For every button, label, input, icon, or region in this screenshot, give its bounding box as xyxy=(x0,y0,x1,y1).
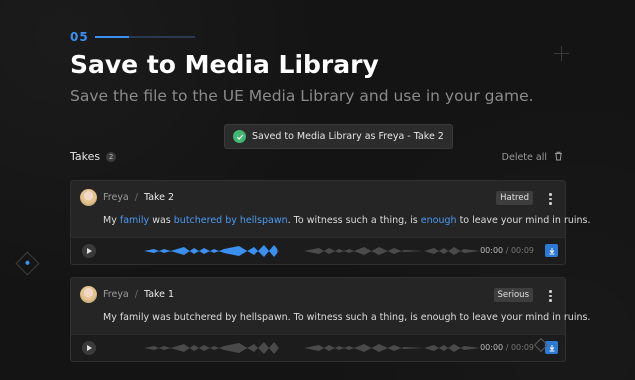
line-segment: My xyxy=(103,215,120,226)
time-separator: / xyxy=(503,343,511,352)
delete-all-button[interactable]: Delete all xyxy=(502,151,563,164)
time-current: 00:00 xyxy=(480,343,504,352)
speaker-name: Freya xyxy=(103,289,129,300)
trash-icon xyxy=(554,151,563,164)
breadcrumb-separator: / xyxy=(134,192,138,203)
line-segment: to leave your mind in ruins. xyxy=(456,215,591,226)
audio-player: 00:00 / 00:09 xyxy=(71,237,565,264)
step-progress-line xyxy=(94,36,195,38)
dialogue-line: My family was butchered by hellspawn. To… xyxy=(103,312,590,323)
page-subtitle: Save the file to the UE Media Library an… xyxy=(70,87,534,105)
check-circle-icon xyxy=(233,130,246,143)
emotion-tag: Hatred xyxy=(496,191,533,205)
take-header: Freya / Take 2 xyxy=(80,189,174,206)
avatar xyxy=(80,189,97,206)
time-total: 00:09 xyxy=(510,246,534,255)
audio-player: 00:00 / 00:09 xyxy=(71,334,565,361)
line-segment-highlight: enough xyxy=(420,215,457,226)
takes-label: Takes xyxy=(70,150,101,163)
takes-count-badge: 2 xyxy=(106,151,117,162)
time-separator: / xyxy=(503,246,511,255)
time-total: 00:09 xyxy=(510,343,534,352)
waveform[interactable] xyxy=(104,339,480,357)
waveform[interactable] xyxy=(104,242,480,260)
line-segment: My family was butchered by hellspawn. To… xyxy=(103,312,591,323)
playback-time: 00:00 / 00:09 xyxy=(480,246,534,255)
take-card[interactable]: Freya / Take 1 Serious My family was but… xyxy=(70,277,590,362)
delete-all-label: Delete all xyxy=(501,152,547,163)
dialogue-line: My family was butchered by hellspawn. To… xyxy=(103,215,591,226)
take-name: Take 1 xyxy=(143,289,175,300)
line-segment: was xyxy=(149,215,174,226)
saved-toast: Saved to Media Library as Freya - Take 2 xyxy=(224,124,453,149)
kebab-menu-icon[interactable] xyxy=(549,193,553,205)
time-current: 00:00 xyxy=(480,246,504,255)
speaker-name: Freya xyxy=(103,192,129,203)
plus-decoration-icon xyxy=(554,46,569,61)
take-card[interactable]: Freya / Take 2 Hatred My family was butc… xyxy=(70,180,591,265)
emotion-tag: Serious xyxy=(493,288,533,302)
download-icon[interactable] xyxy=(545,244,558,257)
take-name: Take 2 xyxy=(143,192,175,203)
playback-time: 00:00 / 00:09 xyxy=(480,343,534,352)
line-segment: . To witness such a thing, is xyxy=(287,215,421,226)
play-icon[interactable] xyxy=(82,341,96,355)
toast-message: Saved to Media Library as Freya - Take 2 xyxy=(252,131,444,142)
avatar xyxy=(80,286,97,303)
line-segment-highlight: family xyxy=(119,215,150,226)
play-icon[interactable] xyxy=(82,244,96,258)
diamond-decoration-icon xyxy=(15,251,40,276)
breadcrumb-separator: / xyxy=(134,289,138,300)
step-number: 05 xyxy=(70,30,89,44)
line-segment-highlight: butchered by hellspawn xyxy=(173,215,288,226)
page-title: Save to Media Library xyxy=(70,50,379,79)
step-indicator: 05 xyxy=(70,30,195,44)
takes-header: Takes 2 xyxy=(70,150,117,163)
take-header: Freya / Take 1 xyxy=(80,286,174,303)
kebab-menu-icon[interactable] xyxy=(549,290,553,302)
